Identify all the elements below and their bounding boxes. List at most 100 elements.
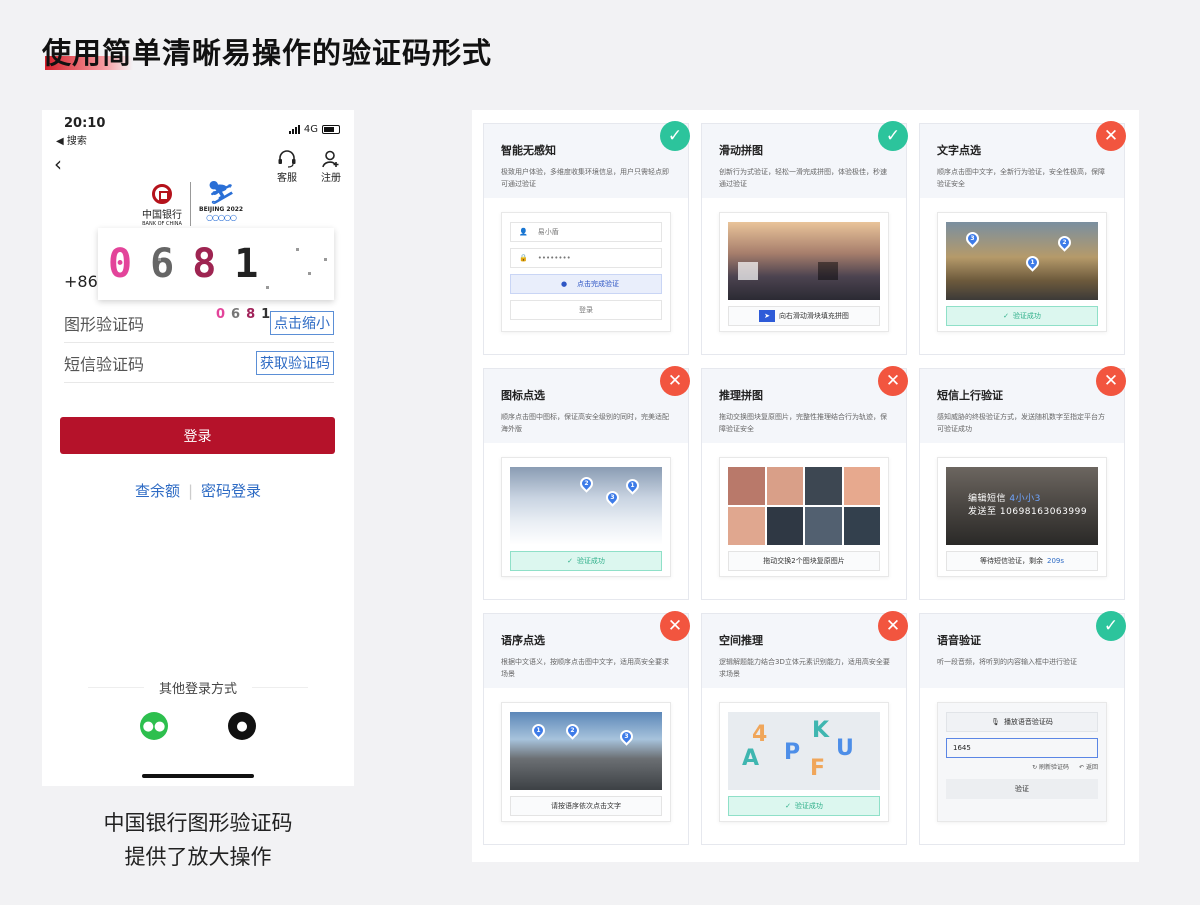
close-icon: ✕ [878,611,908,641]
marker-icon: 2 [1055,233,1074,252]
username-field[interactable]: 👤 易小盾 [510,222,662,242]
register-button[interactable]: 注册 [316,150,346,184]
back-link[interactable]: ↶ 返回 [1079,762,1098,771]
back-chevron-icon[interactable]: ‹ [54,152,62,176]
captcha-mock: 🎙 播放语音验证码 1645 ↻ 刷新验证码 ↶ 返回 验证 [937,702,1107,822]
card-title: 空间推理 [719,634,763,647]
boc-mark-icon [152,184,172,204]
card-desc: 拖动交换图块复原图片，完整性推理结合行为轨迹，保障验证安全 [719,413,887,433]
network-label: 4G [303,124,318,135]
service-button[interactable]: 客服 [272,150,302,184]
zoom-out-button[interactable]: 点击缩小 [270,311,334,335]
boc-logo: 中国银行 BANK OF CHINA [142,182,182,227]
captcha-label: 图形验证码 [64,314,145,334]
refresh-icon: ↻ [1032,764,1038,771]
beijing-emblem-icon: ⛷ [207,181,236,206]
card-smart-invisible: 智能无感知 极致用户体验，多维度收集环境信息，用户只需轻点即可通过验证 ✓ 👤 易小… [483,121,690,355]
card-title: 语音验证 [937,634,981,647]
click-verify-button[interactable]: ● 点击完成验证 [510,274,662,294]
puzzle-piece[interactable] [738,262,758,280]
captcha-types-panel: 智能无感知极致用户体验，多维度收集环境信息，用户只需轻点即可通过验证 ✓ 👤 易小… [472,110,1139,862]
card-icon-click: 图标点选 顺序点击图中图标，保证高安全级别的同时，完美适配海外版 ✕ 2 1 3 … [483,366,690,600]
highway-image[interactable]: 1 2 3 [510,712,662,790]
link-separator: | [187,482,194,500]
card-title: 滑动拼图 [719,144,763,157]
login-button[interactable]: 登录 [60,417,335,454]
other-login-label: 其他登录方式 [88,678,308,697]
apple-icon[interactable]: ● [228,712,256,740]
code-input[interactable]: 1645 [946,738,1098,758]
captcha-mock: 👤 易小盾 🔒 •••••••• ● 点击完成验证 登录 [501,212,671,332]
status-back-link[interactable]: ◀ 搜索 [56,132,87,147]
phone-prefix[interactable]: +86 [64,272,98,291]
user-add-icon [322,150,339,168]
captcha-row: 图形验证码 0681 点击缩小 [64,303,334,343]
page-header: 使用简单清晰易操作的验证码形式 [42,30,492,72]
undo-icon: ↶ [1079,764,1085,771]
check-icon: ✓ [1096,611,1126,641]
verify-button[interactable]: 验证 [946,779,1098,799]
road-image[interactable]: 3 2 1 [946,222,1098,300]
card-desc: 顺序点击图中图标，保证高安全级别的同时，完美适配海外版 [501,413,669,433]
beijing-2022-logo: ⛷ BEIJING 2022 ○○○○○ [199,181,243,223]
olympic-rings-icon: ○○○○○ [206,213,237,222]
battery-icon [322,125,340,134]
card-desc: 感知威胁的终极验证方式，发送随机数字至指定平台方可验证成功 [937,413,1105,433]
marker-icon: 3 [963,229,982,248]
status-bar-right: 4G [288,124,340,135]
instruction-bar: 请按语序依次点击文字 [510,796,662,816]
play-audio-button[interactable]: 🎙 播放语音验证码 [946,712,1098,732]
get-code-button[interactable]: 获取验证码 [256,351,334,375]
slider-bar[interactable]: ➤ 向右滑动滑块填充拼图 [728,306,880,326]
marker-icon: 1 [1023,253,1042,272]
letters-image[interactable]: A P K U F 4 [728,712,880,790]
captcha-mock: 1 2 3 请按语序依次点击文字 [501,702,671,822]
captcha-image-zoomed[interactable]: 0 6 8 1 [98,228,334,300]
close-icon: ✕ [660,611,690,641]
headset-icon [278,150,296,168]
card-desc: 极致用户体验，多维度收集环境信息，用户只需轻点即可通过验证 [501,168,669,188]
captcha-mock: ➤ 向右滑动滑块填充拼图 [719,212,889,332]
refresh-link[interactable]: ↻ 刷新验证码 [1032,762,1069,771]
mountain-tiles[interactable] [728,467,880,545]
microphone-icon: 🎙 [991,718,1000,726]
mini-login-button[interactable]: 登录 [510,300,662,320]
balance-link[interactable]: 查余额 [135,482,180,500]
status-bar: ✓ 验证成功 [510,551,662,571]
password-login-link[interactable]: 密码登录 [201,482,261,500]
close-icon: ✕ [1096,121,1126,151]
card-spatial-reasoning: 空间推理 逻辑解题能力结合3D立体元素识别能力，适用高安全要求场景 ✕ A P K… [701,611,908,845]
marker-icon: 3 [603,488,622,507]
close-icon: ✕ [878,366,908,396]
wechat-icon[interactable]: ●● [140,712,168,740]
card-slide-puzzle: 滑动拼图 创新行为式验证，轻松一滑完成拼图，体验极佳，秒速通过验证 ✓ ➤ 向右滑动… [701,121,908,355]
captcha-image-small[interactable]: 0681 [216,307,276,322]
status-bar: ✓ 验证成功 [946,306,1098,326]
status-bar: ✓ 验证成功 [728,796,880,816]
page-title: 使用简单清晰易操作的验证码形式 [42,36,493,70]
snow-image[interactable]: 2 1 3 [510,467,662,545]
captcha-mock: 3 2 1 ✓ 验证成功 [937,212,1107,332]
card-title: 推理拼图 [719,389,763,402]
card-title: 文字点选 [937,144,981,157]
card-title: 图标点选 [501,389,545,402]
home-indicator [142,774,254,778]
puzzle-slot [818,262,838,280]
marker-icon: 1 [623,476,642,495]
close-icon: ✕ [1096,366,1126,396]
logo-divider [190,182,191,226]
instruction-bar: 拖动交换2个图块复原图片 [728,551,880,571]
sms-instruction: 编辑短信 4小小3 发送至 10698163063999 [968,494,1088,517]
card-title: 智能无感知 [501,144,556,157]
card-word-order: 语序点选 根据中文语义，按顺序点击图中文字，适用高安全要求场景 ✕ 1 2 3 请… [483,611,690,845]
sms-row: 短信验证码 获取验证码 [64,343,334,383]
password-field[interactable]: 🔒 •••••••• [510,248,662,268]
captcha-mock: 拖动交换2个图块复原图片 [719,457,889,577]
audio-links: ↻ 刷新验证码 ↶ 返回 [946,762,1098,771]
boc-en: BANK OF CHINA [142,221,182,227]
card-sms-uplink: 短信上行验证 感知威胁的终极验证方式，发送随机数字至指定平台方可验证成功 ✕ 编辑… [919,366,1126,600]
marker-icon: 2 [563,721,582,740]
register-label: 注册 [321,173,341,184]
slider-handle-icon[interactable]: ➤ [759,310,775,322]
marker-icon: 1 [529,721,548,740]
